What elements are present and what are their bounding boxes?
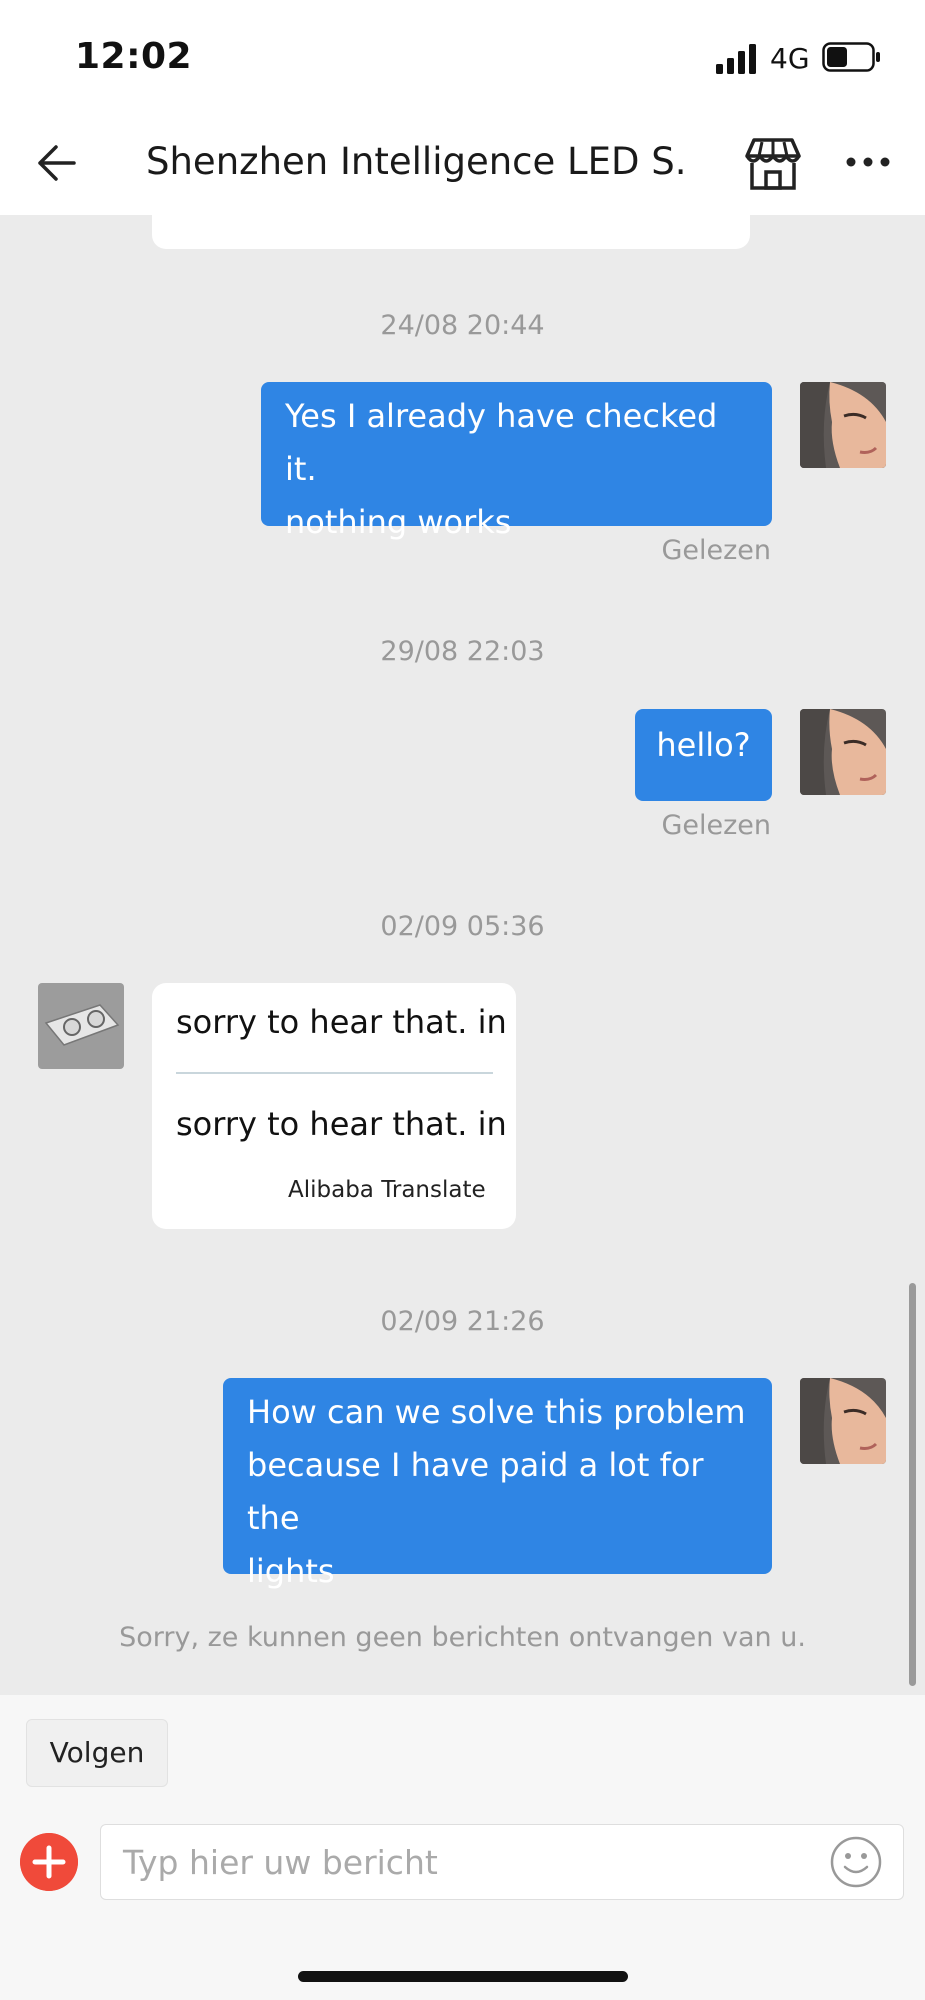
status-time: 12:02: [75, 36, 193, 77]
sent-message-bubble[interactable]: hello?: [635, 709, 772, 801]
add-attachment-icon[interactable]: [20, 1833, 78, 1891]
chat-area[interactable]: 24/08 20:44 Yes I already have checked i…: [0, 215, 925, 1695]
back-arrow-icon[interactable]: [32, 138, 82, 188]
translation-divider: [176, 1072, 493, 1074]
network-label: 4G: [770, 42, 810, 75]
chat-title: Shenzhen Intelligence LED S...: [146, 140, 686, 183]
signal-icon: [716, 44, 756, 74]
scrollbar[interactable]: [909, 1283, 916, 1686]
message-input[interactable]: Typ hier uw bericht: [100, 1824, 904, 1900]
previous-message-card: [152, 215, 750, 249]
user-avatar[interactable]: [800, 709, 886, 795]
read-status: Gelezen: [661, 535, 771, 566]
composer-area: Volgen Typ hier uw bericht: [0, 1695, 925, 2000]
message-input-placeholder: Typ hier uw bericht: [123, 1843, 438, 1882]
follow-button[interactable]: Volgen: [26, 1719, 168, 1787]
chat-header: Shenzhen Intelligence LED S...: [0, 110, 925, 215]
read-status: Gelezen: [661, 810, 771, 841]
system-notice: Sorry, ze kunnen geen berichten ontvange…: [119, 1622, 806, 1653]
home-indicator[interactable]: [298, 1971, 628, 1982]
battery-icon: [822, 42, 880, 72]
message-timestamp: 24/08 20:44: [380, 310, 545, 341]
store-icon[interactable]: [744, 136, 802, 192]
received-message-bubble[interactable]: sorry to hear that. in sorry to hear tha…: [152, 983, 516, 1229]
sent-message-bubble[interactable]: How can we solve this problem because I …: [223, 1378, 772, 1590]
message-line: Yes I already have checked it.: [285, 397, 718, 488]
message-line: lights: [247, 1552, 335, 1590]
translated-message-text: sorry to hear that. in: [176, 1105, 507, 1143]
seller-avatar[interactable]: [38, 983, 124, 1069]
original-message-text: sorry to hear that. in: [176, 1003, 507, 1041]
user-avatar[interactable]: [800, 1378, 886, 1464]
message-line: How can we solve this problem: [247, 1393, 746, 1431]
sent-message-bubble[interactable]: Yes I already have checked it. nothing w…: [261, 382, 772, 541]
message-timestamp: 02/09 05:36: [380, 911, 545, 942]
emoji-icon[interactable]: [829, 1835, 883, 1889]
message-timestamp: 29/08 22:03: [380, 636, 545, 667]
message-timestamp: 02/09 21:26: [380, 1306, 545, 1337]
more-options-icon[interactable]: [845, 150, 891, 174]
message-line: because I have paid a lot for the: [247, 1446, 704, 1537]
status-bar: 12:02 4G: [0, 0, 925, 110]
translation-source-label: Alibaba Translate: [288, 1177, 486, 1203]
user-avatar[interactable]: [800, 382, 886, 468]
message-line: hello?: [656, 726, 751, 764]
